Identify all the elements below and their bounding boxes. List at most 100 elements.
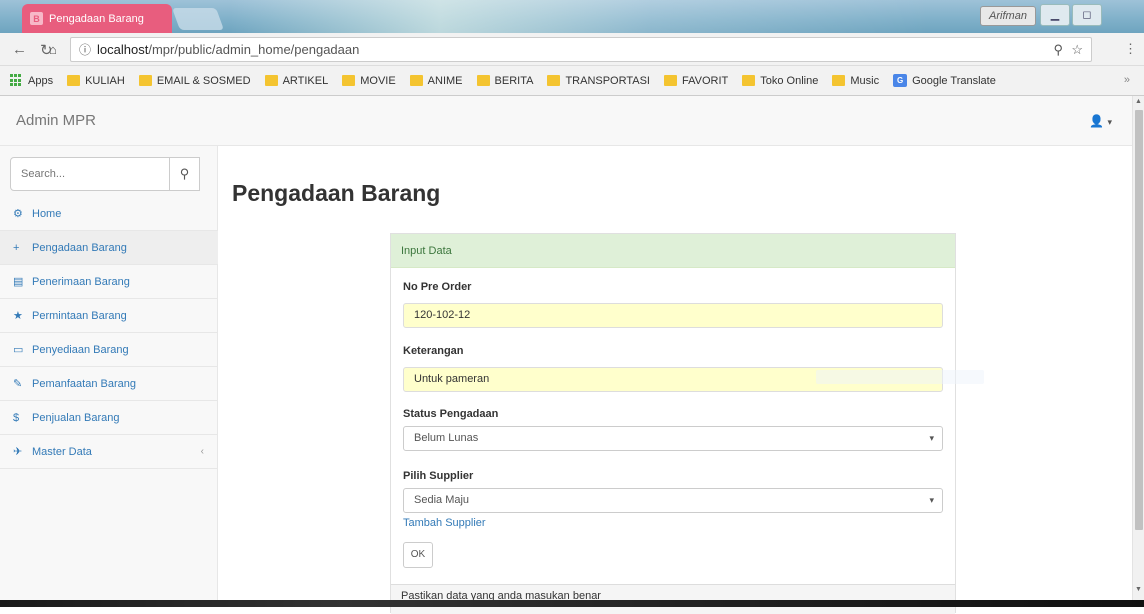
scroll-up-icon[interactable]: ▲ [1135, 98, 1142, 105]
browser-titlebar: B Pengadaan Barang Arifman ▁ ◻ [0, 0, 1144, 33]
main-content: Pengadaan Barang Input Data No Pre Order… [218, 146, 1132, 614]
home-icon[interactable]: ⌂ [49, 38, 57, 61]
bookmark-item[interactable]: TRANSPORTASI [547, 75, 650, 87]
sidebar-item-home[interactable]: ⚙ Home [0, 197, 218, 231]
address-bar[interactable]: ⌂ ⓘ localhost/mpr/public/admin_home/penga… [49, 37, 1092, 62]
hdd-icon: ▭ [13, 344, 24, 356]
status-pengadaan-label: Status Pengadaan [403, 408, 499, 420]
keterangan-label: Keterangan [403, 345, 464, 357]
folder-icon [138, 75, 152, 86]
url-path: /mpr/public/admin_home/pengadaan [148, 42, 360, 57]
select-caret-icon: ▾ [929, 495, 934, 505]
new-tab-button[interactable] [171, 8, 225, 30]
sidebar-item-penerimaan-barang[interactable]: ▤ Penerimaan Barang [0, 265, 218, 299]
search-button[interactable]: ⚲ [169, 158, 199, 190]
sidebar-item-pengadaan-barang[interactable]: + Pengadaan Barang [0, 231, 218, 265]
sidebar-item-label: Pemanfaatan Barang [32, 377, 136, 390]
panel-footer: Pastikan data yang anda masukan benar [391, 584, 955, 614]
scrollbar-thumb[interactable] [1135, 110, 1143, 530]
dashboard-icon: ⚙ [13, 208, 23, 220]
bookmark-item[interactable]: Apps [10, 74, 53, 87]
ok-button[interactable]: OK [403, 542, 433, 568]
chevron-left-icon: ‹ [200, 446, 204, 457]
bookmark-item[interactable]: BERITA [476, 75, 533, 87]
bookmark-star-icon[interactable]: ☆ [1071, 38, 1083, 61]
bookmark-item[interactable]: FAVORIT [664, 75, 728, 87]
bookmark-label: Toko Online [760, 74, 819, 87]
edit-icon: ✎ [13, 378, 23, 390]
folder-icon [342, 75, 356, 86]
zoom-icon[interactable]: ⚲ [1053, 38, 1063, 61]
bookmark-item[interactable]: MOVIE [342, 75, 396, 87]
bookmark-item[interactable]: ANIME [409, 75, 463, 87]
no-pre-order-field[interactable]: 120-102-12 [403, 303, 943, 328]
no-pre-order-value: 120-102-12 [414, 309, 471, 321]
sidebar-menu: ⚙ Home + Pengadaan Barang ▤ Penerimaan Barang… [0, 197, 218, 469]
sidebar-item-permintaan-barang[interactable]: ★ Permintaan Barang [0, 299, 218, 333]
supplier-label: Pilih Supplier [403, 470, 474, 482]
bookmarks-overflow-icon[interactable]: » [1124, 74, 1130, 86]
search-icon: ⚲ [179, 166, 190, 181]
sidebar: ⚲ ⚙ Home + Pengadaan Barang ▤ Penerimaan Bara… [0, 146, 218, 607]
scroll-down-icon[interactable]: ▼ [1135, 586, 1142, 593]
folder-icon [664, 75, 677, 86]
scrollbar[interactable]: ▲ ▼ [1132, 96, 1144, 607]
profile-button[interactable]: Arifman [980, 6, 1036, 26]
supplier-value: Sedia Maju [414, 494, 470, 506]
bookmark-item[interactable]: G Google Translate [893, 74, 996, 87]
sidebar-item-master-data[interactable]: ✈ Master Data ‹ [0, 435, 218, 469]
sidebar-item-penjualan-barang[interactable]: $ Penjualan Barang [0, 401, 218, 435]
status-pengadaan-select[interactable]: Belum Lunas ▾ [403, 426, 943, 451]
add-supplier-link[interactable]: Tambah Supplier [403, 517, 486, 529]
search-input[interactable] [11, 158, 161, 190]
window-controls: ▁ ◻ [1040, 4, 1102, 26]
bookmark-label: Music [850, 74, 880, 87]
sidebar-item-penyediaan-barang[interactable]: ▭ Penyediaan Barang [0, 333, 218, 367]
folder-icon [476, 75, 490, 86]
sidebar-item-pemanfaatan-barang[interactable]: ✎ Pemanfaatan Barang [0, 367, 218, 401]
maximize-icon[interactable]: ◻ [1072, 4, 1102, 26]
supplier-select[interactable]: Sedia Maju ▾ [403, 488, 943, 513]
sidebar-item-label: Master Data [32, 445, 92, 458]
bookmarks-bar: Apps KULIAH EMAIL & SOSMED ARTIKEL MOVIE ANIM… [0, 66, 1144, 96]
folder-icon [742, 75, 756, 86]
bookmark-item[interactable]: EMAIL & SOSMED [138, 74, 251, 87]
bookmark-item[interactable]: ARTIKEL [264, 75, 328, 87]
bookmark-label: FAVORIT [682, 74, 729, 87]
site-info-icon[interactable]: ⓘ [79, 43, 91, 57]
bookmark-label: EMAIL & SOSMED [156, 74, 251, 87]
list-icon: ▤ [13, 276, 24, 288]
favicon-icon: B [30, 12, 43, 25]
bookmark-item[interactable]: KULIAH [67, 75, 125, 87]
address-bar-row: ← ↻ ⌂ ⓘ localhost/mpr/public/admin_home/p… [0, 33, 1144, 66]
status-pengadaan-value: Belum Lunas [414, 432, 479, 444]
top-navbar: Admin MPR 👤 ▾ [0, 96, 1132, 146]
sidebar-item-label: Home [32, 207, 62, 220]
sidebar-item-label: Pengadaan Barang [32, 241, 127, 254]
keterangan-value: Untuk pameran [414, 373, 490, 385]
back-icon[interactable]: ← [12, 41, 27, 58]
caret-down-icon: ▾ [1107, 117, 1112, 127]
folder-icon [409, 75, 423, 86]
sidebar-item-label: Penyediaan Barang [32, 343, 129, 356]
brand[interactable]: Admin MPR [16, 112, 96, 129]
bookmark-item[interactable]: Toko Online [742, 75, 818, 87]
bookmark-label: TRANSPORTASI [565, 74, 650, 87]
folder-icon [264, 75, 278, 86]
plus-icon: + [13, 241, 20, 254]
user-icon: 👤 [1089, 114, 1105, 128]
bookmark-item[interactable]: Music [832, 75, 879, 87]
browser-tab[interactable]: B Pengadaan Barang [22, 4, 172, 33]
minimize-icon[interactable]: ▁ [1040, 4, 1070, 26]
folder-icon [67, 75, 81, 86]
sidebar-search: ⚲ [10, 157, 200, 191]
page-title: Pengadaan Barang [232, 180, 441, 206]
apps-grid-icon [10, 74, 23, 87]
menu-icon[interactable]: ⋮ [1124, 41, 1137, 57]
select-caret-icon: ▾ [929, 433, 934, 443]
wrench-icon: ✈ [13, 446, 23, 458]
google-translate-icon: G [893, 74, 908, 87]
bookmark-label: Google Translate [912, 74, 996, 87]
user-menu[interactable]: 👤 ▾ [1089, 114, 1112, 128]
folder-icon [547, 75, 561, 86]
